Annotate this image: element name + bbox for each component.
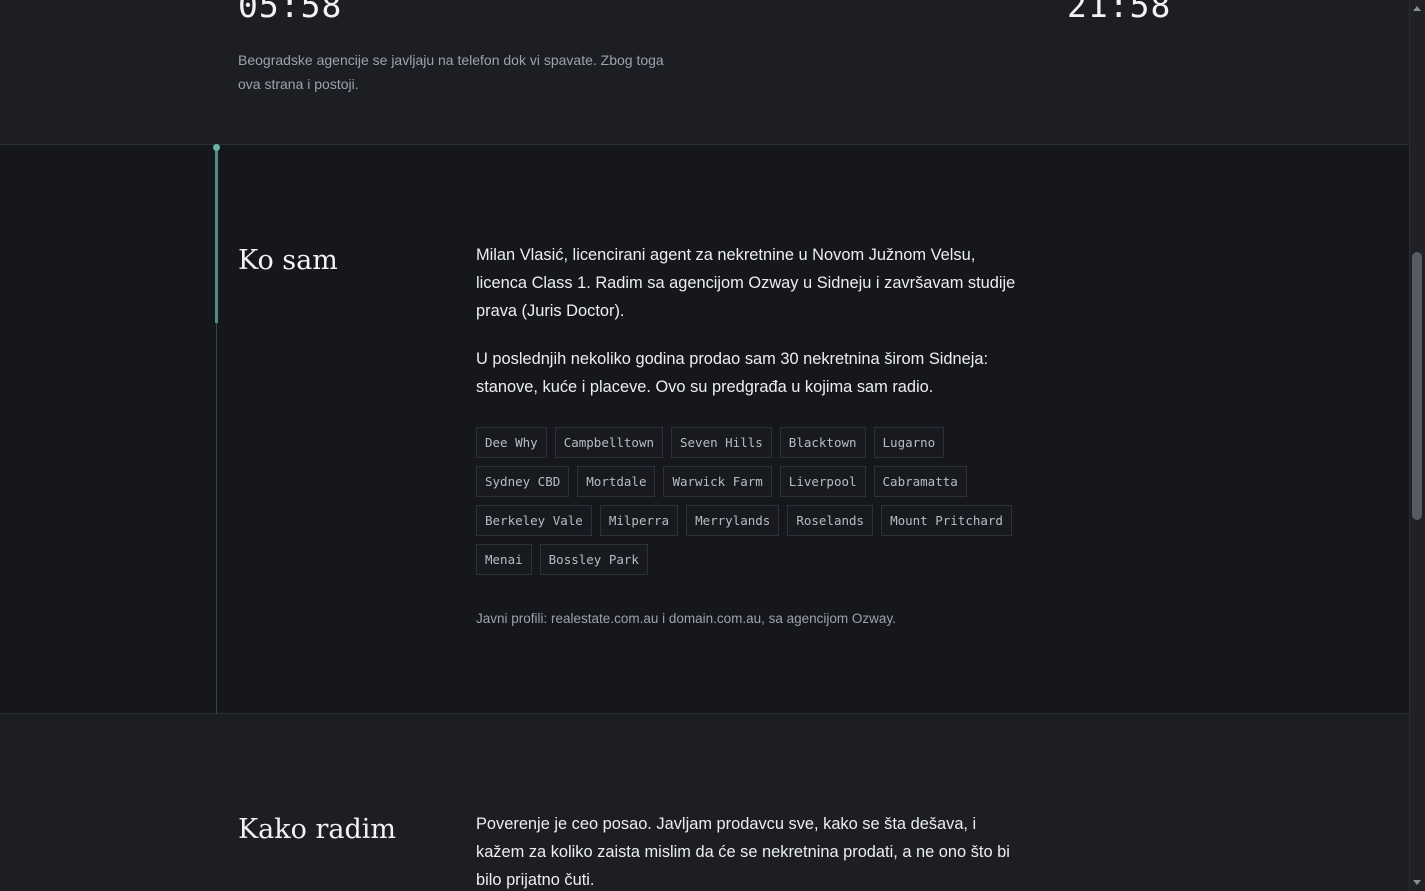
suburb-tag: Mount Pritchard — [881, 505, 1012, 536]
suburb-tag: Milperra — [599, 505, 679, 536]
section-title-about: Ko sam — [238, 245, 338, 276]
about-paragraph-2: U poslednjih nekoliko godina prodao sam … — [476, 350, 989, 396]
suburb-tag: Mortdale — [577, 466, 656, 497]
public-profiles-note: Javni profili: realestate.com.au i domai… — [476, 611, 896, 626]
suburb-tag: Dee Why — [476, 427, 547, 458]
suburb-tag: Lugarno — [873, 427, 945, 458]
suburb-tag: Campbelltown — [554, 427, 663, 458]
suburb-tag: Seven Hills — [671, 427, 772, 458]
how-body: Poverenje je ceo posao. Javljam prodavcu… — [476, 810, 1026, 891]
about-section: Ko sam Milan Vlasić, licencirani agent z… — [0, 145, 1410, 714]
suburb-tag: Warwick Farm — [663, 466, 772, 497]
belgrade-clock: 05:58 — [238, 0, 343, 25]
suburb-tag: Blacktown — [779, 427, 866, 458]
suburb-tag: Menai — [476, 544, 532, 575]
timeline-dot-top — [213, 144, 220, 151]
how-paragraph-1: Poverenje je ceo posao. Javljam prodavcu… — [476, 815, 1010, 889]
suburb-tag: Liverpool — [779, 466, 866, 497]
hero-section: 05:58 21:58 Beogradske agencije se javlj… — [0, 0, 1410, 145]
section-title-how: Kako radim — [238, 814, 396, 845]
scroll-thumb[interactable] — [1412, 252, 1422, 520]
hero-description: Beogradske agencije se javljaju na telef… — [238, 52, 664, 92]
how-section: Kako radim Poverenje je ceo posao. Javlj… — [0, 714, 1410, 891]
suburb-tag: Sydney CBD — [476, 466, 570, 497]
about-body: Milan Vlasić, licencirani agent za nekre… — [476, 241, 1026, 626]
timeline-progress — [215, 148, 218, 323]
suburb-tag: Bossley Park — [539, 544, 648, 575]
page: 05:58 21:58 Beogradske agencije se javlj… — [0, 0, 1425, 891]
scroll-up-arrow-icon[interactable] — [1413, 6, 1421, 11]
suburb-tag: Cabramatta — [873, 466, 967, 497]
suburb-tag: Roselands — [787, 505, 874, 536]
suburb-tag-list: Dee Why Campbelltown Seven Hills Blacktown L… — [476, 427, 1026, 575]
vertical-scrollbar[interactable] — [1409, 0, 1425, 891]
scroll-down-arrow-icon[interactable] — [1413, 880, 1421, 885]
about-paragraph-1: Milan Vlasić, licencirani agent za nekre… — [476, 246, 1016, 320]
suburb-tag: Merrylands — [686, 505, 780, 536]
suburb-tag: Berkeley Vale — [476, 505, 592, 536]
sydney-clock: 21:58 — [1067, 0, 1172, 25]
